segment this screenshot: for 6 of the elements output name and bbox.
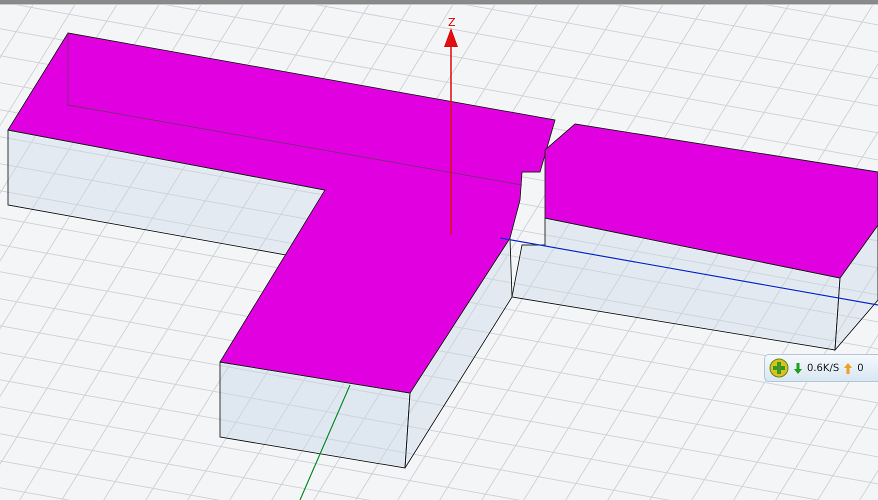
up-arrow-icon (844, 362, 852, 374)
z-axis-label: Z (448, 16, 456, 29)
down-arrow-icon (794, 362, 802, 374)
upload-speed: 0 (857, 362, 864, 374)
download-speed: 0.6K/S (807, 362, 840, 374)
plus-badge-icon (769, 358, 789, 378)
